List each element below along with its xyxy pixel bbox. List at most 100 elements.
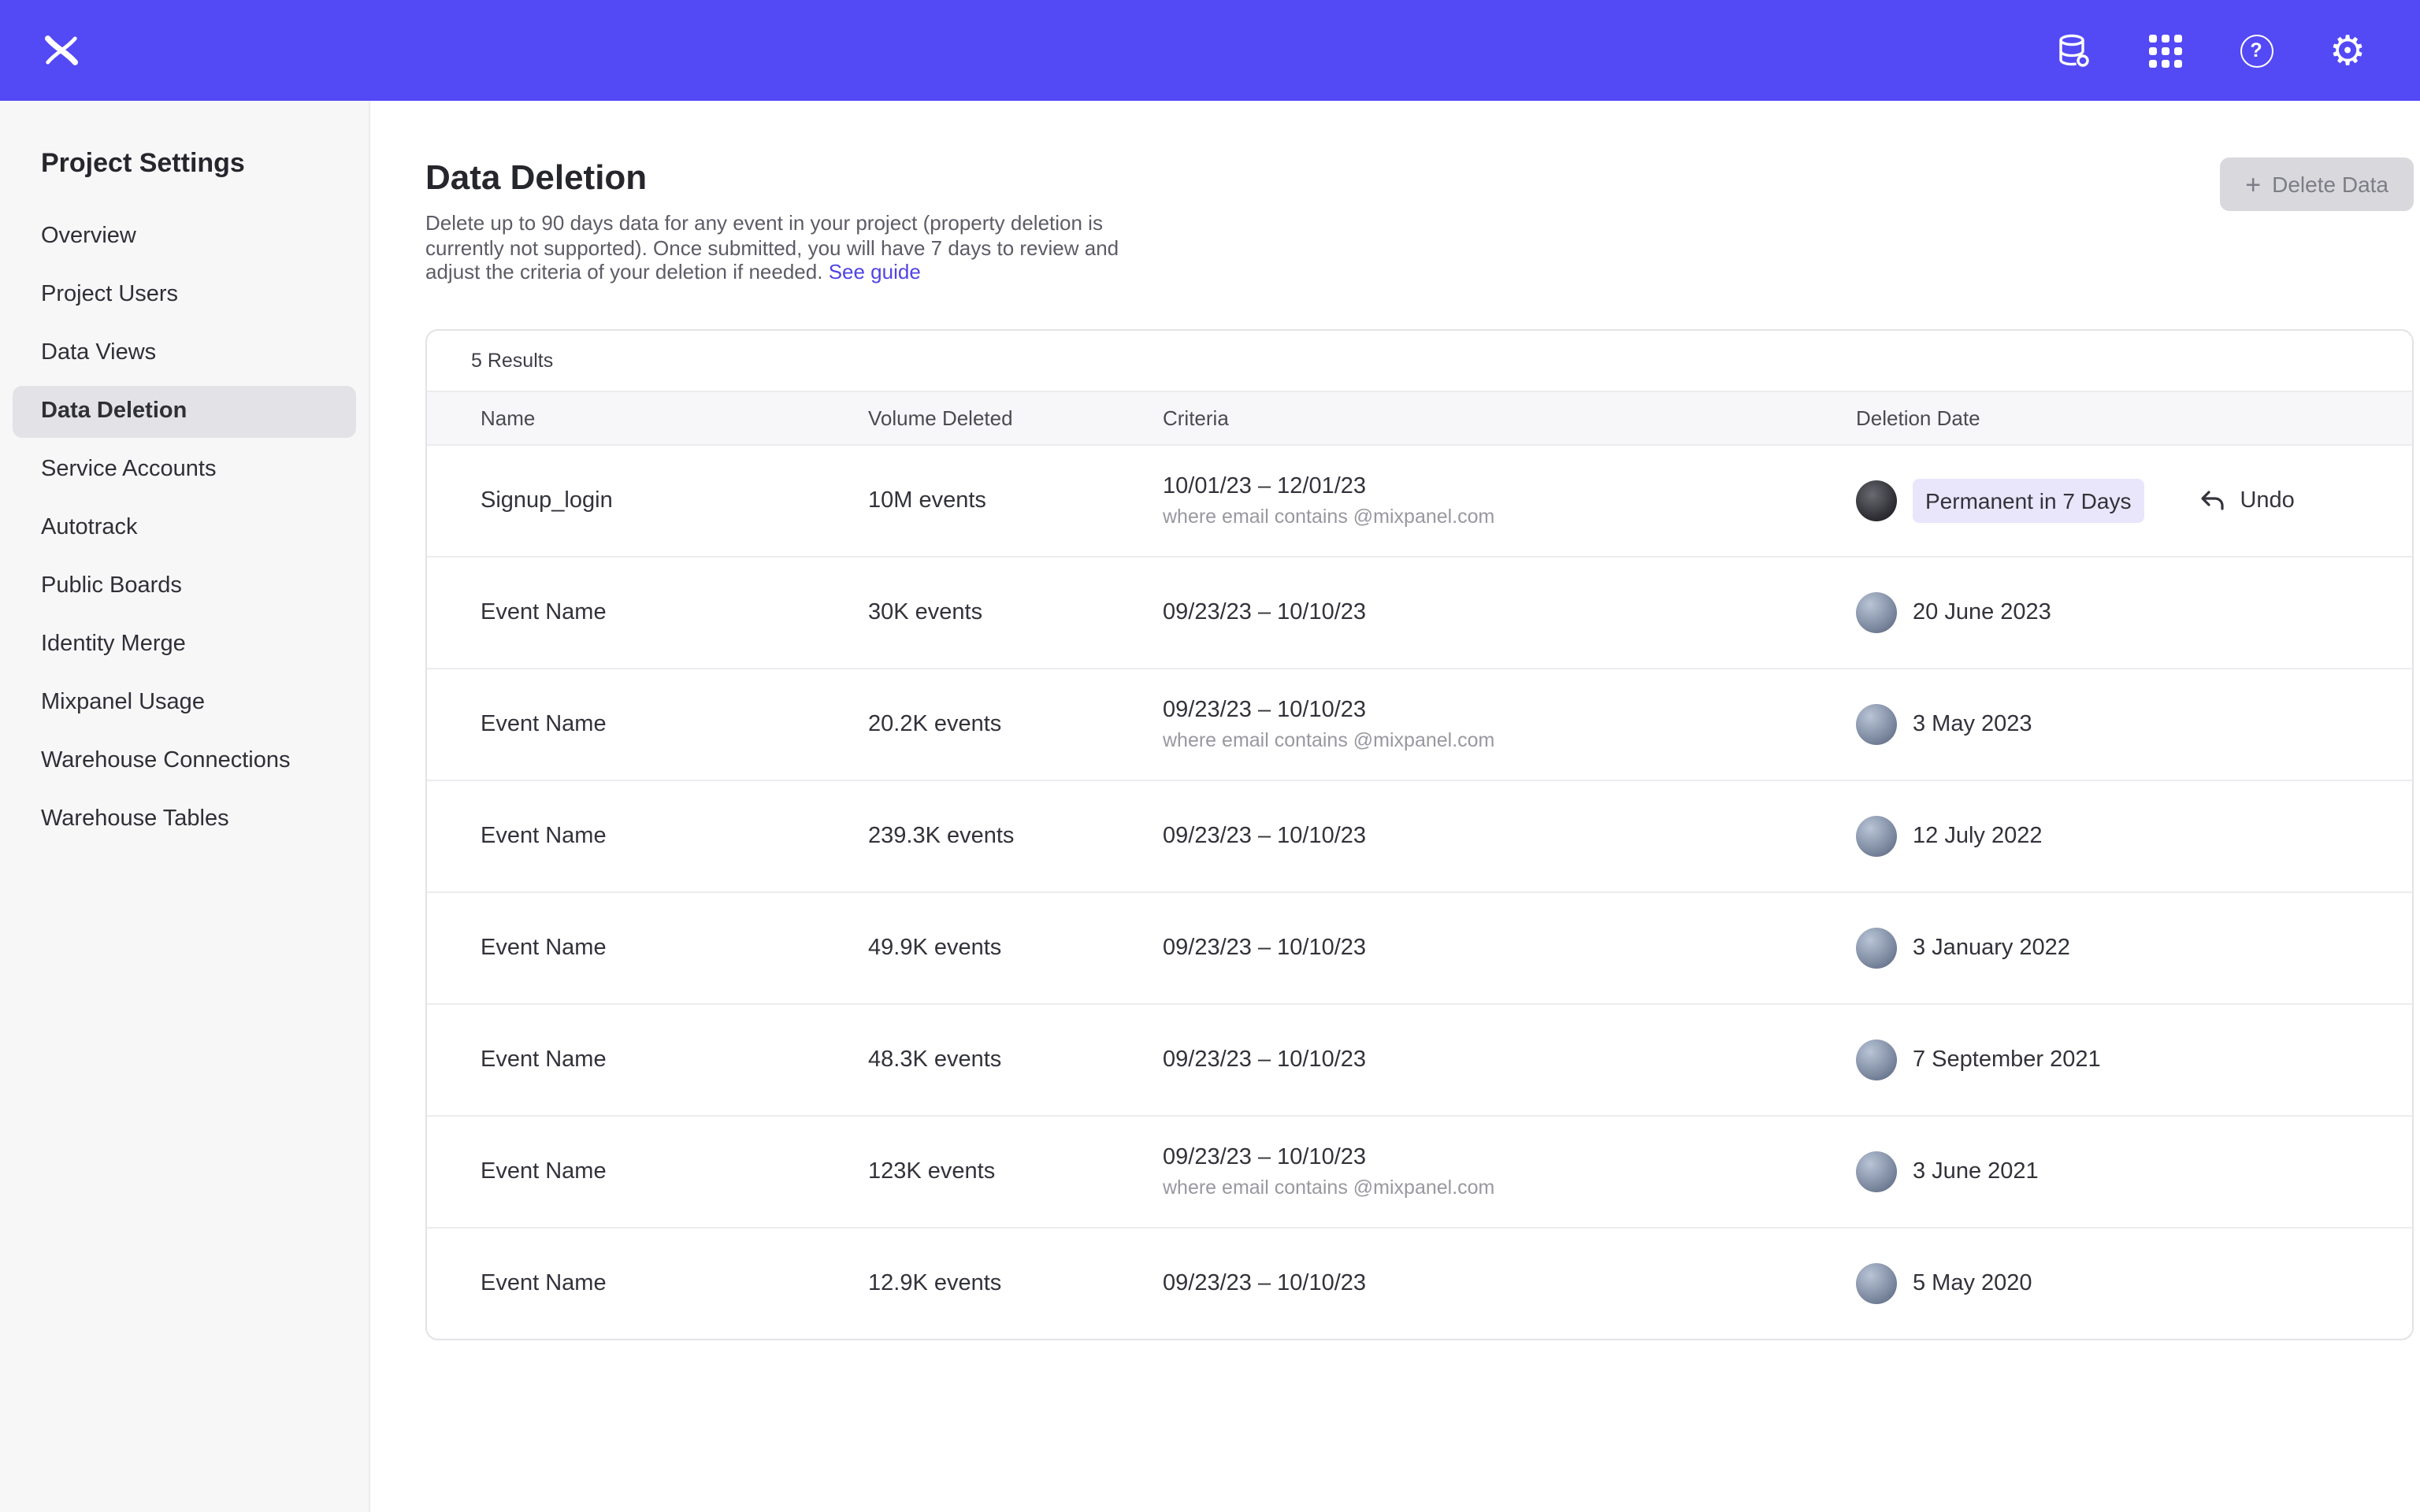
page-description: Delete up to 90 days data for any event … [425,211,1131,284]
row-deletion-cell: 3 June 2021 [1856,1151,2381,1191]
deletion-table-card: 5 Results NameVolume DeletedCriteriaDele… [425,328,2414,1340]
page-header-text: Data Deletion Delete up to 90 days data … [425,158,1131,284]
sidebar-item-warehouse-tables[interactable]: Warehouse Tables [13,794,356,846]
sidebar-item-overview[interactable]: Overview [13,211,356,263]
row-criteria: 09/23/23 – 10/10/23 [1163,1270,1856,1295]
row-criteria: 09/23/23 – 10/10/23 [1163,1144,1856,1169]
row-deletion-cell: 3 January 2022 [1856,927,2381,968]
table-row: Event Name 123K events 09/23/23 – 10/10/… [427,1116,2412,1228]
deletion-date: 5 May 2020 [1913,1270,2032,1295]
row-volume-deleted: 12.9K events [868,1270,1163,1295]
data-management-button[interactable] [2042,19,2105,82]
row-criteria-filter: where email contains @mixpanel.com [1163,505,1856,527]
row-criteria: 09/23/23 – 10/10/23 [1163,599,1856,624]
sidebar-nav: Overview Project Users Data Views Data Dele… [13,211,356,846]
sidebar-item-mixpanel-usage[interactable]: Mixpanel Usage [13,677,356,729]
table-row: Event Name 12.9K events 09/23/23 – 10/10… [427,1228,2412,1338]
column-header-volume-deleted: Volume Deleted [868,406,1163,429]
avatar [1856,591,1897,632]
undo-label: Undo [2240,487,2294,513]
row-event-name: Event Name [481,599,868,624]
gear-icon: ⚙ [2329,30,2366,71]
avatar [1856,703,1897,744]
sidebar-item-data-views[interactable]: Data Views [13,328,356,380]
table-row: Event Name 49.9K events 09/23/23 – 10/10… [427,892,2412,1004]
topbar: ? ⚙ [0,0,2420,101]
row-criteria-cell: 09/23/23 – 10/10/23 where email contains… [1163,1144,1856,1198]
help-button[interactable]: ? [2225,19,2288,82]
row-volume-deleted: 123K events [868,1158,1163,1184]
row-criteria: 10/01/23 – 12/01/23 [1163,473,1856,498]
table-row: Event Name 239.3K events 09/23/23 – 10/1… [427,780,2412,892]
row-deletion-cell: 20 June 2023 [1856,591,2381,632]
row-deletion-cell: Permanent in 7 Days Undo [1856,478,2381,522]
row-volume-deleted: 20.2K events [868,711,1163,736]
results-bar: 5 Results [427,330,2412,390]
row-event-name: Event Name [481,1047,868,1072]
avatar [1856,927,1897,968]
row-criteria-filter: where email contains @mixpanel.com [1163,728,1856,750]
row-criteria-cell: 09/23/23 – 10/10/23 [1163,1047,1856,1072]
table-header-row: NameVolume DeletedCriteriaDeletion Date [427,390,2412,445]
row-deletion-cell: 12 July 2022 [1856,815,2381,856]
table-row: Event Name 20.2K events 09/23/23 – 10/10… [427,669,2412,780]
sidebar: Project Settings OverviewProject UsersDa… [0,101,370,1512]
settings-button[interactable]: ⚙ [2316,19,2379,82]
row-volume-deleted: 239.3K events [868,823,1163,848]
description-text: Delete up to 90 days data for any event … [425,211,1119,284]
sidebar-item-data-deletion[interactable]: Data Deletion [13,386,356,438]
mixpanel-app: ? ⚙ Project Settings OverviewProject Use… [0,0,2420,1512]
sidebar-item-service-accounts[interactable]: Service Accounts [13,444,356,496]
row-criteria: 09/23/23 – 10/10/23 [1163,935,1856,960]
row-deletion-cell: 3 May 2023 [1856,703,2381,744]
undo-icon [2197,486,2225,514]
delete-data-label: Delete Data [2272,172,2388,197]
column-header-name: Name [481,406,868,429]
column-header-deletion-date: Deletion Date [1856,406,2381,429]
sidebar-item-warehouse-connections[interactable]: Warehouse Connections [13,736,356,788]
sidebar-item-public-boards[interactable]: Public Boards [13,561,356,613]
row-event-name: Event Name [481,711,868,736]
data-icon [2054,32,2092,69]
main-content: Data Deletion Delete up to 90 days data … [370,101,2420,1512]
see-guide-link[interactable]: See guide [829,260,921,284]
row-volume-deleted: 49.9K events [868,935,1163,960]
sidebar-item-identity-merge[interactable]: Identity Merge [13,619,356,671]
row-event-name: Event Name [481,823,868,848]
deletion-date: 12 July 2022 [1913,823,2042,848]
row-criteria: 09/23/23 – 10/10/23 [1163,697,1856,722]
row-deletion-cell: 7 September 2021 [1856,1039,2381,1080]
row-criteria: 09/23/23 – 10/10/23 [1163,1047,1856,1072]
row-volume-deleted: 10M events [868,487,1163,513]
row-deletion-cell: 5 May 2020 [1856,1262,2381,1303]
deletion-status-badge: Permanent in 7 Days [1913,478,2143,522]
row-criteria-cell: 09/23/23 – 10/10/23 [1163,935,1856,960]
page-header: Data Deletion Delete up to 90 days data … [425,158,2414,284]
apps-grid-icon [2148,34,2181,67]
deletion-date: 3 June 2021 [1913,1158,2039,1184]
row-volume-deleted: 48.3K events [868,1047,1163,1072]
table-body: Signup_login 10M events 10/01/23 – 12/01… [427,445,2412,1338]
sidebar-item-autotrack[interactable]: Autotrack [13,502,356,554]
deletion-date: 3 May 2023 [1913,711,2032,736]
sidebar-item-project-users[interactable]: Project Users [13,269,356,321]
avatar [1856,1262,1897,1303]
row-event-name: Event Name [481,1270,868,1295]
mixpanel-logo[interactable] [41,30,82,71]
table-row: Event Name 30K events 09/23/23 – 10/10/2… [427,557,2412,669]
page-title: Data Deletion [425,158,1131,198]
deletion-date: 20 June 2023 [1913,599,2051,624]
avatar [1856,815,1897,856]
avatar [1856,480,1897,521]
undo-button[interactable]: Undo [2197,486,2294,514]
apps-grid-button[interactable] [2133,19,2196,82]
row-criteria: 09/23/23 – 10/10/23 [1163,823,1856,848]
column-header-criteria: Criteria [1163,406,1856,429]
row-event-name: Event Name [481,1158,868,1184]
help-icon: ? [2240,34,2273,67]
table-row: Signup_login 10M events 10/01/23 – 12/01… [427,445,2412,557]
plus-icon: + [2245,171,2261,198]
mixpanel-logo-icon [41,30,82,71]
row-criteria-cell: 09/23/23 – 10/10/23 [1163,823,1856,848]
delete-data-button[interactable]: + Delete Data [2220,158,2414,211]
